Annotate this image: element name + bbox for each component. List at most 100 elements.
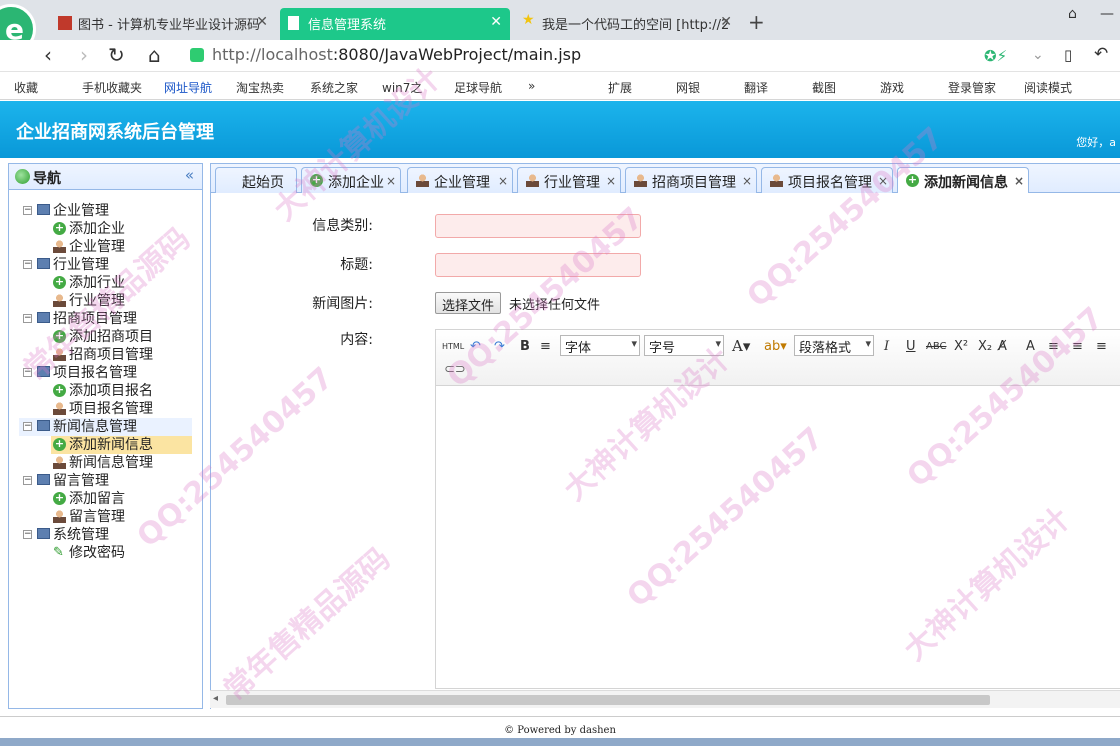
bookmark-item[interactable]: 网址导航 <box>164 79 212 96</box>
scroll-thumb[interactable] <box>226 695 990 705</box>
strike-icon[interactable]: ABC <box>926 341 947 352</box>
title-input[interactable] <box>435 253 641 277</box>
paragraph-select[interactable]: 段落格式 <box>794 335 874 356</box>
font-select[interactable]: 字体 <box>560 335 640 356</box>
align-left-icon[interactable]: ≡ <box>1048 339 1059 354</box>
tab-home[interactable]: 起始页 <box>215 167 297 193</box>
tab-add-enterprise[interactable]: + 添加企业 × <box>301 167 401 193</box>
toolbar-item[interactable]: 游戏 <box>880 79 904 96</box>
clear-format-icon[interactable]: A̸ <box>998 339 1007 354</box>
minus-icon[interactable]: − <box>23 260 32 269</box>
bookmark-more[interactable]: » <box>528 79 535 93</box>
html-icon[interactable]: HTML <box>442 342 464 351</box>
tree-item[interactable]: 行业管理 <box>9 292 202 310</box>
forward-icon[interactable]: › <box>80 43 88 67</box>
bookmark-item[interactable]: 足球导航 <box>454 79 502 96</box>
highlight-icon[interactable]: ab▾ <box>764 339 787 354</box>
close-icon[interactable]: ✕ <box>720 14 732 30</box>
speed-icon[interactable]: ✪⚡ <box>984 47 1007 65</box>
toolbar-item[interactable]: 登录管家 <box>948 79 996 96</box>
tree-group-industry[interactable]: − 行业管理 <box>9 256 202 274</box>
tab-add-news[interactable]: + 添加新闻信息 × <box>897 167 1029 194</box>
bookmark-item[interactable]: 收藏 <box>14 79 38 96</box>
bookmark-item[interactable]: 淘宝热卖 <box>236 79 284 96</box>
browser-tab-2[interactable]: 信息管理系统 ✕ <box>280 8 510 40</box>
toolbar-item[interactable]: 截图 <box>812 79 836 96</box>
close-icon[interactable]: × <box>878 174 888 188</box>
tree-item[interactable]: 项目报名管理 <box>9 400 202 418</box>
url-field[interactable]: http://localhost:8080/JavaWebProject/mai… <box>186 43 1026 69</box>
font-color-icon[interactable]: A▾ <box>732 337 750 355</box>
minus-icon[interactable]: − <box>23 368 32 377</box>
minus-icon[interactable]: − <box>23 476 32 485</box>
tab-project[interactable]: 招商项目管理 × <box>625 167 757 193</box>
tree-item[interactable]: 企业管理 <box>9 238 202 256</box>
font-style-icon[interactable]: A <box>1026 339 1035 354</box>
tab-enterprise[interactable]: 企业管理 × <box>407 167 513 193</box>
tree-item[interactable]: + 添加留言 <box>9 490 202 508</box>
browser-tab-1[interactable]: 图书 - 计算机专业毕业设计源码 ✕ <box>50 8 276 40</box>
bookmark-item[interactable]: 系统之家 <box>310 79 358 96</box>
close-icon[interactable]: ✕ <box>256 14 268 30</box>
shirt-icon[interactable]: ⌂ <box>1068 6 1077 22</box>
tree-group-message[interactable]: − 留言管理 <box>9 472 202 490</box>
bold-icon[interactable]: B <box>520 339 530 354</box>
close-icon[interactable]: × <box>606 174 616 188</box>
format-icon[interactable]: ≡ <box>540 339 551 354</box>
tab-signup[interactable]: 项目报名管理 × <box>761 167 893 193</box>
back-icon[interactable]: ‹ <box>44 43 52 67</box>
phone-icon[interactable]: ▯ <box>1064 46 1072 64</box>
toolbar-item[interactable]: 阅读模式 <box>1024 79 1072 96</box>
align-right-icon[interactable]: ≡ <box>1096 339 1107 354</box>
underline-icon[interactable]: U <box>906 339 916 354</box>
redo-icon[interactable]: ↷ <box>494 339 505 354</box>
bookmark-item[interactable]: 手机收藏夹 <box>82 79 142 96</box>
tree-item[interactable]: + 添加项目报名 <box>9 382 202 400</box>
toolbar-item[interactable]: 网银 <box>676 79 700 96</box>
toolbar-item[interactable]: 扩展 <box>608 79 632 96</box>
close-icon[interactable]: × <box>386 174 396 188</box>
new-tab-button[interactable]: + <box>748 10 765 34</box>
close-icon[interactable]: × <box>742 174 752 188</box>
italic-icon[interactable]: I <box>884 339 889 354</box>
tab-industry[interactable]: 行业管理 × <box>517 167 621 193</box>
tree-group-enterprise[interactable]: − 企业管理 <box>9 202 202 220</box>
tree-item[interactable]: + 添加行业 <box>9 274 202 292</box>
tree-item[interactable]: 新闻信息管理 <box>9 454 202 472</box>
home-icon[interactable]: ⌂ <box>148 43 161 67</box>
bookmark-item[interactable]: win7之 <box>382 79 422 96</box>
horizontal-scrollbar[interactable]: ◂ <box>210 690 1120 708</box>
refresh-icon[interactable]: ↻ <box>108 43 125 67</box>
category-input[interactable] <box>435 214 641 238</box>
tree-item[interactable]: 招商项目管理 <box>9 346 202 364</box>
choose-file-button[interactable]: 选择文件 <box>435 292 502 314</box>
undo-icon[interactable]: ↶ <box>1094 44 1108 64</box>
editor-body[interactable] <box>436 386 1120 688</box>
minus-icon[interactable]: − <box>23 530 32 539</box>
size-select[interactable]: 字号 <box>644 335 724 356</box>
link-icon[interactable]: ⊂⊃ <box>444 362 466 377</box>
close-icon[interactable]: × <box>498 174 508 188</box>
tree-item[interactable]: + 添加企业 <box>9 220 202 238</box>
tree-group-signup[interactable]: − 项目报名管理 <box>9 364 202 382</box>
minus-icon[interactable]: − <box>23 422 32 431</box>
tree-item[interactable]: + 添加招商项目 <box>9 328 202 346</box>
scroll-left-icon[interactable]: ◂ <box>213 693 218 704</box>
close-icon[interactable]: × <box>1014 174 1024 188</box>
tree-group-project[interactable]: − 招商项目管理 <box>9 310 202 328</box>
browser-tab-3[interactable]: ★ 我是一个代码工的空间 [http://2 ✕ <box>514 8 740 40</box>
tree-item[interactable]: 留言管理 <box>9 508 202 526</box>
tree-group-news[interactable]: − 新闻信息管理 <box>9 418 202 436</box>
toolbar-item[interactable]: 翻译 <box>744 79 768 96</box>
tree-group-system[interactable]: − 系统管理 <box>9 526 202 544</box>
superscript-icon[interactable]: X² <box>954 339 968 354</box>
chevron-down-icon[interactable]: ⌄ <box>1032 47 1044 63</box>
tree-item-selected[interactable]: + 添加新闻信息 <box>9 436 202 454</box>
subscript-icon[interactable]: X₂ <box>978 339 992 354</box>
close-icon[interactable]: ✕ <box>490 14 502 30</box>
align-center-icon[interactable]: ≡ <box>1072 339 1083 354</box>
minimize-icon[interactable]: — <box>1100 6 1114 22</box>
collapse-icon[interactable]: « <box>185 166 194 184</box>
minus-icon[interactable]: − <box>23 206 32 215</box>
tree-item[interactable]: ✎ 修改密码 <box>9 544 202 562</box>
